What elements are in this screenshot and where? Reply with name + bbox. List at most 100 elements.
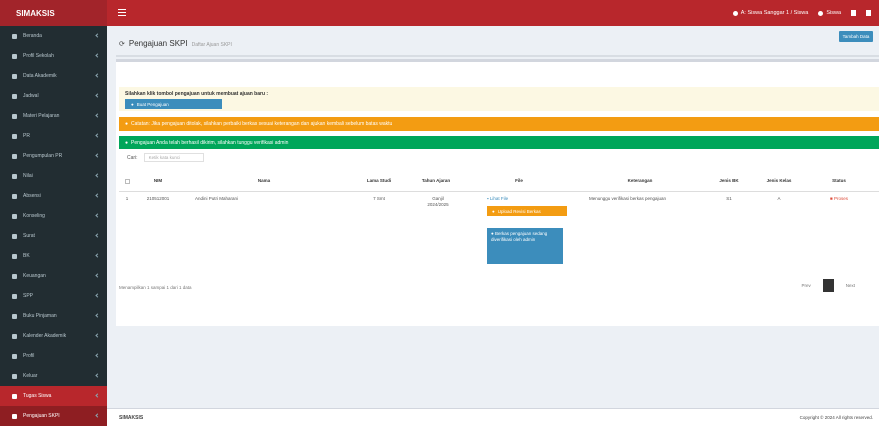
account-menu[interactable]: Siswa [818, 10, 841, 16]
footer-copyright: Copyright © 2024 All rights reserved. [799, 415, 873, 420]
page-title: Pengajuan SKPI [128, 39, 188, 48]
chevron-icon [95, 313, 100, 318]
sidebar-item-label: Jadwal [23, 93, 39, 99]
tasks-icon [12, 393, 17, 399]
col-header-jenis-bk[interactable]: Jenis BK [709, 170, 749, 192]
table-row: 1 210512001 Andini Putri Maharani 7 Smt … [119, 192, 879, 272]
create-submission-button[interactable]: ● Buat Pengajuan [125, 99, 222, 109]
success-text: Pengajuan Anda telah berhasil dikirim, s… [131, 139, 289, 146]
upload-revision-button[interactable]: ● Upload Revisi Berkas [487, 206, 567, 216]
cell-nama: Andini Putri Maharani [195, 196, 239, 201]
sidebar-item[interactable]: Profil Sekolah [0, 46, 107, 66]
chevron-icon [95, 333, 100, 338]
school-icon [12, 53, 17, 59]
sidebar-item-label: Data Akademik [23, 73, 57, 79]
sidebar-item[interactable]: Profil [0, 346, 107, 366]
create-submission-label: Buat Pengajuan [136, 101, 169, 107]
add-button[interactable]: Tambah Data [839, 31, 873, 42]
pagination: Prev Next [801, 279, 855, 292]
chevron-icon [95, 213, 100, 218]
col-header-jenis-kelas[interactable]: Jenis Kelas [759, 170, 799, 192]
sidebar-item[interactable]: Konseling [0, 206, 107, 226]
next-page-button[interactable]: Next [846, 283, 855, 288]
col-header-nama[interactable]: Nama [181, 170, 347, 192]
brand-logo[interactable]: SIMAKSIS [0, 0, 107, 26]
sidebar-item[interactable]: Keuangan [0, 266, 107, 286]
success-alert: ● Pengajuan Anda telah berhasil dikirim,… [119, 136, 879, 149]
col-header-select[interactable] [119, 170, 135, 192]
settings-icon[interactable] [851, 10, 856, 16]
menu-toggle-icon[interactable] [118, 9, 126, 16]
sidebar-item-label: Pengumpulan PR [23, 153, 63, 159]
sidebar-item[interactable]: Surat [0, 226, 107, 246]
chevron-icon [95, 73, 100, 78]
sidebar-item[interactable]: Jadwal [0, 86, 107, 106]
status-badge[interactable]: ■ Proses [809, 196, 869, 202]
file-icon [12, 113, 17, 119]
book-icon [12, 73, 17, 79]
sidebar-item[interactable]: Kalender Akademik [0, 326, 107, 346]
sidebar-item-label: Absensi [23, 193, 41, 199]
footer: SIMAKSIS Copyright © 2024 All rights res… [107, 408, 879, 426]
sidebar-item[interactable]: Buku Pinjaman [0, 306, 107, 326]
sidebar-item[interactable]: Materi Pelajaran [0, 106, 107, 126]
sidebar-item[interactable]: PR [0, 126, 107, 146]
col-header-nim[interactable]: NIM [135, 170, 181, 192]
warning-alert: ● Catatan: Jika pengajuan ditolak, silah… [119, 117, 879, 131]
sidebar-item-label: PR [23, 133, 30, 139]
divider [116, 55, 879, 57]
search-input[interactable]: Ketik kata kunci [143, 153, 204, 162]
user-label: A: Siswa Sanggar 1 / Siswa [740, 10, 809, 16]
submissions-table: NIM Nama Lama Studi Tahun Ajaran File Ke… [119, 170, 879, 272]
upload-icon [12, 153, 17, 159]
navbar-right: A: Siswa Sanggar 1 / Siswa Siswa [732, 0, 871, 26]
sidebar-item[interactable]: Nilai [0, 166, 107, 186]
file-link[interactable]: ▪ Lihat File [487, 196, 508, 202]
user-icon [732, 10, 738, 16]
sidebar-item-label: Tugas Siswa [23, 393, 52, 399]
sidebar-item[interactable]: Pengajuan SKPI [0, 406, 107, 426]
sidebar-item-label: Beranda [23, 33, 42, 39]
sidebar-item[interactable]: Absensi [0, 186, 107, 206]
chevron-icon [95, 373, 100, 378]
user-menu[interactable]: A: Siswa Sanggar 1 / Siswa [732, 10, 809, 16]
pencil-icon [12, 133, 17, 139]
status-label: Proses [833, 196, 848, 201]
col-header-file[interactable]: File [459, 170, 579, 192]
chevron-icon [95, 133, 100, 138]
users-icon [12, 253, 17, 259]
chevron-icon [95, 353, 100, 358]
sidebar-item-label: Konseling [23, 213, 45, 219]
sidebar-item[interactable]: Data Akademik [0, 66, 107, 86]
chevron-icon [95, 253, 100, 258]
col-header-keterangan[interactable]: Keterangan [579, 170, 701, 192]
col-header-tahun-ajaran[interactable]: Tahun Ajaran [421, 170, 451, 192]
chevron-icon [95, 113, 100, 118]
table-header: NIM Nama Lama Studi Tahun Ajaran File Ke… [119, 170, 879, 192]
money-icon [12, 273, 17, 279]
sidebar-item[interactable]: Pengumpulan PR [0, 146, 107, 166]
sidebar-item[interactable]: SPP [0, 286, 107, 306]
verification-status-box[interactable]: ● Berkas pengajuan sedang diverifikasi o… [487, 228, 563, 264]
account-label: Siswa [826, 10, 841, 16]
upload-icon: ● [492, 208, 495, 214]
logout-icon[interactable] [866, 10, 871, 16]
col-header-status[interactable]: Status [809, 170, 869, 192]
sidebar-item[interactable]: Tugas Siswa [0, 386, 107, 406]
chevron-icon [95, 393, 100, 398]
current-page-button[interactable] [822, 279, 834, 292]
warning-text: Catatan: Jika pengajuan ditolak, silahka… [131, 121, 393, 127]
prev-page-button[interactable]: Prev [801, 283, 810, 288]
sidebar-item[interactable]: Beranda [0, 26, 107, 46]
sidebar-item[interactable]: Keluar [0, 366, 107, 386]
chevron-icon [95, 173, 100, 178]
account-icon [818, 10, 824, 16]
sidebar-item-label: Profil [23, 353, 35, 359]
col-header-lama-studi[interactable]: Lama Studi [347, 170, 411, 192]
calendar-icon [12, 333, 17, 339]
logout-icon [12, 373, 17, 379]
chevron-icon [95, 33, 100, 38]
cell-tahun-ajaran: Ganjil 2024/2025 [427, 196, 449, 207]
sidebar-item[interactable]: BK [0, 246, 107, 266]
verification-status-text: Berkas pengajuan sedang diverifikasi ole… [491, 231, 548, 243]
